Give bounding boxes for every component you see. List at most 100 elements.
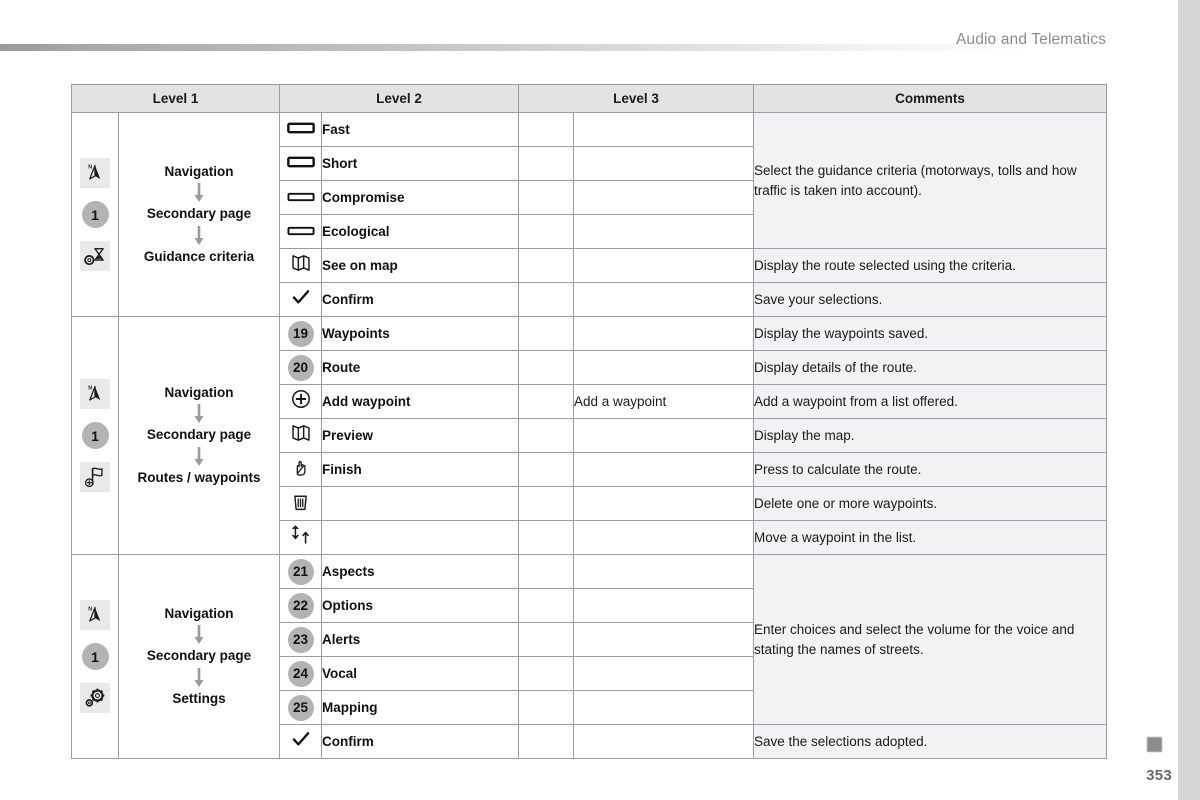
level-3-spacer [518,214,574,249]
level-1-step: Secondary page [146,206,252,222]
table-row: 1 Navigation Secondary page Routes / waypoi… [71,316,1107,555]
level-2-label: Finish [321,452,519,487]
section-icon-stack: 1 [71,112,119,317]
level-2-bar-thin-icon [279,180,322,215]
level-3-label: Add a waypoint [573,384,754,419]
level-2-trash-bin-icon [279,486,322,521]
level-2-label: Ecological [321,214,519,249]
comment-text: Press to calculate the route. [753,452,1107,487]
level-1-step: Settings [172,690,226,706]
comment-text: Save the selections adopted. [753,724,1107,759]
menu-structure-table: Level 1 Level 2 Level 3 Comments 1 Naviga… [71,84,1107,759]
level-3-spacer [518,418,574,453]
level-2-plus-circle-icon [279,384,322,419]
level-2-label: Compromise [321,180,519,215]
level-3-label [573,520,754,555]
level-3-label [573,112,754,147]
comment-text: Display the route selected using the cri… [753,248,1107,283]
level-3-spacer [518,180,574,215]
level-2-number-badge: 24 [279,656,322,691]
level-2-number-badge: 21 [279,554,322,589]
level-2-label: Fast [321,112,519,147]
number-badge: 22 [287,592,314,619]
level-2-number-badge: 20 [279,350,322,385]
page-header-title: Audio and Telematics [955,31,1106,48]
comment-text-merged: Enter choices and select the volume for … [753,554,1107,725]
header-gradient-rule [0,44,1030,51]
level-2-label [321,520,519,555]
manual-page: Audio and Telematics 353 Level 1 Level 2… [0,0,1200,800]
level-1-step: Routes / waypoints [137,469,261,485]
level-3-label [573,316,754,351]
level-3-spacer [518,282,574,317]
level-2-bar-thick-icon [279,146,322,181]
level-3-spacer [518,486,574,521]
level-2-folded-map-icon [279,418,322,453]
level-2-folded-map-icon [279,248,322,283]
level-3-label [573,180,754,215]
level-3-spacer [518,248,574,283]
column-header-level-3: Level 3 [518,84,754,113]
navigation-compass-icon [80,600,110,630]
level-1-step: Guidance criteria [143,248,255,264]
level-3-spacer [518,316,574,351]
level-3-spacer [518,554,574,589]
flag-add-icon [80,462,110,492]
level-1-path: Navigation Secondary page Settings [118,554,280,759]
level-3-label [573,486,754,521]
column-header-comments: Comments [753,84,1107,113]
level-1-step: Navigation [164,164,234,180]
level-3-spacer [518,146,574,181]
navigation-compass-icon [80,379,110,409]
comment-text: Move a waypoint in the list. [753,520,1107,555]
level-3-spacer [518,656,574,691]
number-badge: 23 [287,626,314,653]
level-3-label [573,282,754,317]
gear-hourglass-icon [80,241,110,271]
flow-arrow-icon [194,183,204,203]
level-3-spacer [518,622,574,657]
table-row: 1 Navigation Secondary page Settings 21 Aspec… [71,554,1107,759]
comment-text: Display details of the route. [753,350,1107,385]
level-2-label: See on map [321,248,519,283]
level-3-label [573,146,754,181]
column-header-level-1: Level 1 [71,84,280,113]
level-1-step: Secondary page [146,648,252,664]
navigation-compass-icon [80,158,110,188]
level-2-label: Options [321,588,519,623]
level-2-number-badge: 19 [279,316,322,351]
level-2-move-updown-icon [279,520,322,555]
level-3-label [573,724,754,759]
table-header: Level 1 Level 2 Level 3 Comments [71,84,1107,113]
level-3-label [573,554,754,589]
level-1-step: Navigation [164,606,234,622]
number-badge: 20 [287,354,314,381]
number-badge: 24 [287,660,314,687]
level-2-label: Short [321,146,519,181]
section-number-badge: 1 [81,643,109,670]
comment-text: Save your selections. [753,282,1107,317]
number-badge: 25 [287,694,314,721]
level-2-label: Confirm [321,282,519,317]
level-2-label: Preview [321,418,519,453]
page-edge-strip [1178,0,1200,800]
flow-arrow-icon [194,225,204,245]
section-number-badge: 1 [81,422,109,449]
level-2-label: Alerts [321,622,519,657]
level-3-label [573,622,754,657]
level-1-step: Navigation [164,385,234,401]
page-number: 353 [1146,767,1172,784]
level-3-spacer [518,520,574,555]
level-3-label [573,418,754,453]
level-3-label [573,690,754,725]
flow-arrow-icon [194,625,204,645]
number-badge: 21 [287,558,314,585]
level-2-label: Route [321,350,519,385]
level-3-spacer [518,588,574,623]
comment-text: Display the waypoints saved. [753,316,1107,351]
section-number-badge: 1 [81,201,109,228]
level-2-label: Confirm [321,724,519,759]
level-2-number-badge: 22 [279,588,322,623]
level-3-spacer [518,384,574,419]
comment-text: Display the map. [753,418,1107,453]
